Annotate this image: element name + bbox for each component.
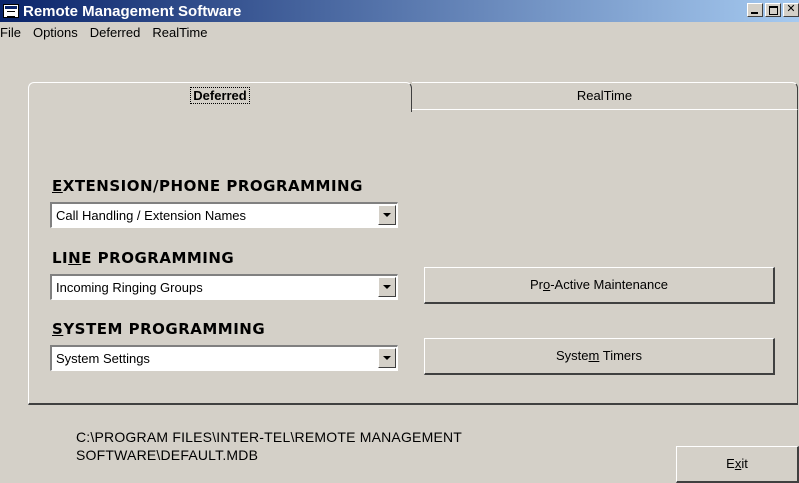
deferred-tab-panel: [28, 110, 798, 405]
tab-realtime[interactable]: RealTime: [412, 82, 798, 110]
tab-deferred-label: Deferred: [190, 87, 250, 104]
menu-options[interactable]: Options: [27, 25, 84, 40]
close-button[interactable]: ✕: [783, 3, 799, 17]
main-window: Remote Management Software ✕ File Option…: [0, 0, 799, 483]
menu-deferred[interactable]: Deferred: [84, 25, 147, 40]
title-bar-controls: ✕: [745, 3, 799, 17]
exit-button[interactable]: Exit: [676, 446, 799, 483]
tab-deferred[interactable]: Deferred: [28, 82, 412, 112]
maximize-button[interactable]: [765, 3, 781, 17]
tab-realtime-label: RealTime: [576, 88, 633, 103]
menu-file[interactable]: File: [0, 25, 27, 40]
menu-bar: File Options Deferred RealTime: [0, 22, 799, 42]
database-path: C:\PROGRAM FILES\INTER-TEL\REMOTE MANAGE…: [76, 429, 463, 463]
title-bar[interactable]: Remote Management Software ✕: [0, 0, 799, 22]
minimize-button[interactable]: [747, 3, 763, 17]
menu-realtime[interactable]: RealTime: [146, 25, 213, 40]
window-title: Remote Management Software: [23, 2, 242, 20]
close-icon: ✕: [786, 3, 796, 15]
app-window-icon[interactable]: [3, 4, 19, 18]
